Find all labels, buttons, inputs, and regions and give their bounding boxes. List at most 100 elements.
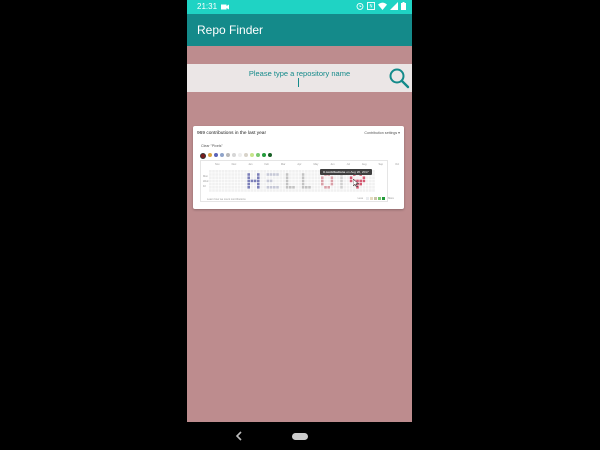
day-labels: Mon Wed Fri (203, 175, 208, 190)
grid-cell (244, 182, 247, 186)
legend-cell (374, 197, 378, 200)
grid-cell (253, 170, 257, 173)
grid-cell (292, 189, 295, 192)
grid-cell (321, 179, 324, 183)
grid-cell (292, 176, 295, 179)
palette-swatch (214, 153, 218, 157)
grid-cell (215, 173, 218, 176)
grid-cell (247, 186, 250, 189)
grid-cell (362, 179, 366, 183)
palette-swatch (226, 153, 230, 157)
grid-cell (282, 189, 286, 192)
grid-cell (228, 170, 231, 173)
status-icons: N (356, 2, 406, 10)
grid-cell (260, 170, 263, 173)
grid-cell (308, 182, 311, 186)
status-time: 21:31 (197, 2, 218, 11)
grid-cell (257, 186, 260, 189)
grid-cell (263, 186, 266, 189)
month-label: Jan (248, 163, 253, 166)
grid-cell (289, 182, 292, 186)
battery-icon (401, 2, 406, 10)
grid-cell (257, 176, 260, 179)
grid-cell (260, 186, 263, 189)
grid-cell (225, 186, 228, 189)
grid-cell (346, 189, 350, 192)
grid-cell (250, 189, 254, 192)
grid-cell (365, 179, 369, 183)
wifi-icon (378, 2, 387, 10)
grid-cell (340, 189, 343, 192)
grid-cell (247, 173, 250, 176)
grid-cell (228, 176, 231, 179)
grid-cell (225, 189, 228, 192)
grid-cell (218, 176, 222, 179)
grid-cell (301, 173, 305, 176)
grid-cell (273, 176, 276, 179)
grid-cell (285, 179, 289, 183)
grid-cell (362, 182, 366, 186)
contributions-heading: 969 contributions in the last year (197, 131, 267, 136)
grid-cell (269, 182, 273, 186)
color-palette (200, 153, 272, 159)
grid-cell (372, 173, 375, 176)
grid-cell (337, 189, 340, 192)
grid-cell (285, 182, 289, 186)
grid-cell (276, 189, 279, 192)
month-label: Aug (361, 163, 367, 166)
grid-cell (218, 173, 222, 176)
grid-cell (317, 189, 321, 192)
grid-cell (273, 173, 276, 176)
grid-cell (279, 179, 282, 183)
grid-cell (215, 189, 218, 192)
grid-cell (349, 182, 353, 186)
grid-cell (324, 179, 327, 183)
grid-cell (215, 182, 218, 186)
grid-cell (305, 182, 308, 186)
grid-cell (250, 186, 254, 189)
grid-cell (369, 186, 372, 189)
legend-cell (382, 197, 386, 200)
search-input[interactable]: Please type a repository name (187, 69, 412, 78)
palette-swatch (208, 153, 212, 157)
grid-cell (263, 170, 266, 173)
grid-cell (305, 170, 308, 173)
grid-cell (340, 179, 343, 183)
grid-cell (212, 173, 215, 176)
grid-cell (269, 173, 273, 176)
grid-cell (263, 179, 266, 183)
grid-cell (212, 179, 215, 183)
day-label: Fri (203, 185, 207, 188)
grid-cell (209, 170, 212, 173)
grid-cell (221, 170, 225, 173)
home-button[interactable] (292, 433, 308, 440)
grid-cell (260, 182, 263, 186)
grid-cell (276, 179, 279, 183)
grid-cell (308, 186, 311, 189)
grid-cell (321, 186, 324, 189)
grid-cell (257, 189, 260, 192)
grid-cell (321, 189, 324, 192)
contribution-preview-image: 969 contributions in the last year Contr… (193, 126, 404, 209)
palette-swatch (244, 153, 248, 157)
grid-cell (295, 182, 298, 186)
grid-cell (308, 176, 311, 179)
legend-more: More (388, 197, 394, 200)
grid-cell (292, 173, 295, 176)
grid-cell (330, 189, 334, 192)
grid-cell (279, 186, 282, 189)
grid-cell (295, 170, 298, 173)
grid-cell (228, 182, 231, 186)
grid-cell (349, 186, 353, 189)
grid-cell (231, 176, 234, 179)
search-icon[interactable] (388, 67, 410, 89)
grid-cell (260, 173, 263, 176)
grid-cell (276, 176, 279, 179)
month-label: Feb (264, 163, 269, 166)
grid-cell (311, 176, 314, 179)
grid-cell (241, 173, 244, 176)
grid-cell (231, 179, 234, 183)
back-icon[interactable] (234, 430, 244, 442)
palette-swatch (238, 153, 242, 157)
alarm-icon (356, 2, 364, 10)
